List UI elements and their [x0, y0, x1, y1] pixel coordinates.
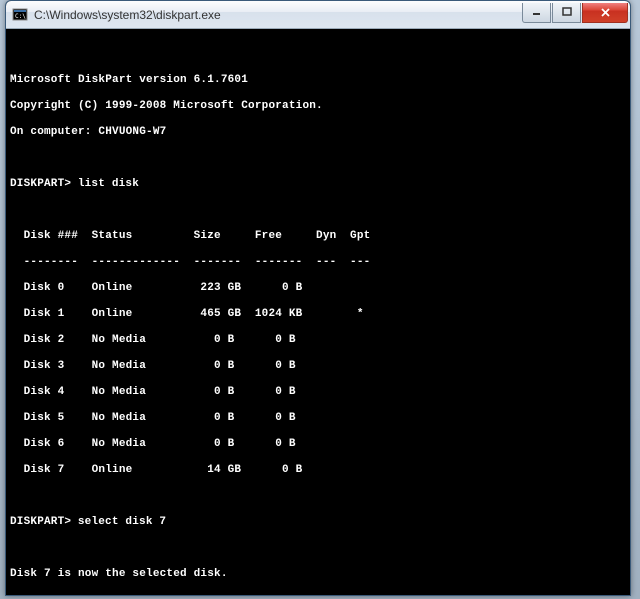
window-title: C:\Windows\system32\diskpart.exe [34, 8, 522, 22]
table-divider: -------- ------------- ------- ------- -… [10, 256, 626, 269]
table-row: Disk 6 No Media 0 B 0 B [10, 438, 626, 451]
header-line: Copyright (C) 1999-2008 Microsoft Corpor… [10, 100, 626, 113]
table-header: Disk ### Status Size Free Dyn Gpt [10, 230, 626, 243]
command: select disk 7 [78, 516, 166, 529]
close-button[interactable] [582, 3, 628, 23]
maximize-button[interactable] [552, 3, 581, 23]
table-row: Disk 5 No Media 0 B 0 B [10, 412, 626, 425]
header-line: Microsoft DiskPart version 6.1.7601 [10, 74, 626, 87]
prompt: DISKPART> [10, 516, 71, 529]
window-controls [522, 3, 628, 23]
table-row: Disk 0 Online 223 GB 0 B [10, 282, 626, 295]
table-row: Disk 4 No Media 0 B 0 B [10, 386, 626, 399]
output-line: Disk 7 is now the selected disk. [10, 568, 626, 581]
prompt-line: DISKPART> select disk 7 [10, 516, 626, 529]
prompt: DISKPART> [10, 178, 71, 191]
table-row: Disk 7 Online 14 GB 0 B [10, 464, 626, 477]
titlebar[interactable]: C:\ C:\Windows\system32\diskpart.exe [6, 1, 630, 29]
svg-text:C:\: C:\ [15, 13, 26, 20]
table-row: Disk 2 No Media 0 B 0 B [10, 334, 626, 347]
command: list disk [78, 178, 139, 191]
app-icon: C:\ [12, 7, 28, 23]
minimize-button[interactable] [522, 3, 551, 23]
table-row: Disk 3 No Media 0 B 0 B [10, 360, 626, 373]
prompt-line: DISKPART> list disk [10, 178, 626, 191]
terminal-output[interactable]: Microsoft DiskPart version 6.1.7601 Copy… [6, 29, 630, 595]
table-row: Disk 1 Online 465 GB 1024 KB * [10, 308, 626, 321]
console-window: C:\ C:\Windows\system32\diskpart.exe Mic… [5, 0, 631, 596]
header-line: On computer: CHVUONG-W7 [10, 126, 626, 139]
